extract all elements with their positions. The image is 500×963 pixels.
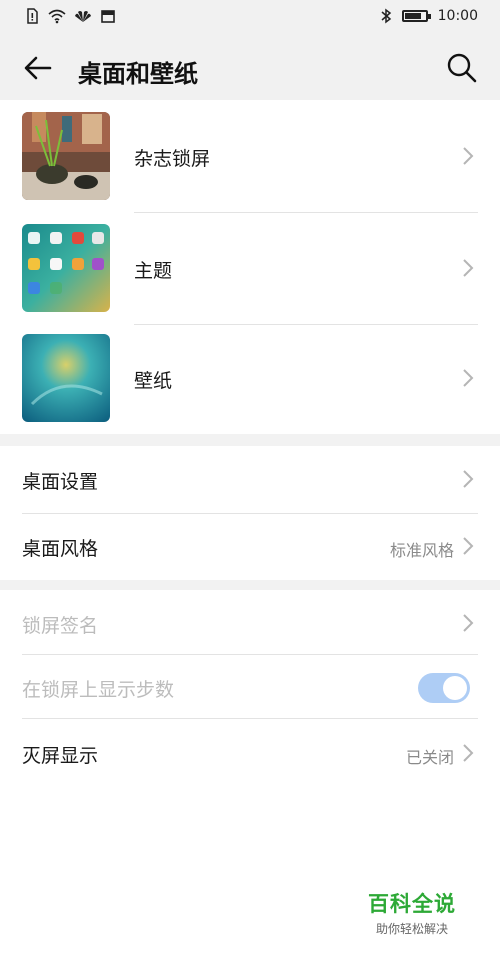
desktop-settings-label: 桌面设置 [22,471,99,493]
watermark-logo: 百科全说 助你轻松解决 [348,880,476,942]
huawei-logo-icon [75,11,91,22]
show-steps-label: 在锁屏上显示步数 [22,679,175,701]
battery-fill [404,13,421,19]
chevron-right-icon [463,369,474,387]
list-item-desktop-settings[interactable]: 桌面设置 [0,446,500,512]
chevron-right-icon [463,147,474,165]
chevron-right-icon [463,470,474,488]
desktop-settings-card: 桌面设置 桌面风格 标准风格 [0,446,500,580]
chevron-right-icon [463,744,474,762]
wallpaper-thumbnail [22,334,110,422]
show-steps-toggle[interactable] [418,673,470,703]
list-item-themes[interactable]: 主题 [0,212,500,324]
bluetooth-icon [381,8,391,24]
wifi-icon [48,9,66,24]
watermark-subtitle: 助你轻松解决 [375,922,448,936]
list-item-screen-off-display[interactable]: 灭屏显示 已关闭 [0,720,500,786]
divider [22,718,478,719]
lock-signature-label: 锁屏签名 [22,615,99,637]
themes-label: 主题 [134,260,173,282]
list-item-magazine-lock[interactable]: 杂志锁屏 [0,100,500,212]
status-right-icons: 10:00 [380,8,478,24]
desktop-style-label: 桌面风格 [22,538,99,560]
sim-alert-icon [27,8,38,24]
calendar-icon [101,10,115,23]
list-item-desktop-style[interactable]: 桌面风格 标准风格 [0,513,500,579]
chevron-right-icon [463,259,474,277]
chevron-right-icon [463,614,474,632]
list-item-show-steps: 在锁屏上显示步数 [0,654,500,720]
screen-off-display-value: 已关闭 [405,748,454,767]
watermark-title: 百科全说 [368,892,456,916]
screen-off-display-label: 灭屏显示 [22,745,99,767]
app-bar: 桌面和壁纸 [0,36,500,100]
page-title: 桌面和壁纸 [78,60,198,88]
search-icon[interactable] [444,50,480,86]
chevron-right-icon [463,537,474,555]
status-left-icons [24,8,116,24]
toggle-knob [443,676,467,700]
magazine-lock-thumbnail [22,112,110,200]
list-item-wallpaper[interactable]: 壁纸 [0,322,500,434]
wallpaper-label: 壁纸 [134,370,173,392]
back-arrow-icon[interactable] [20,50,56,86]
status-bar: 10:00 [0,0,500,36]
battery-icon [401,10,431,22]
wallpaper-options-card: 杂志锁屏 主题 壁纸 [0,100,500,434]
list-item-lock-signature[interactable]: 锁屏签名 [0,590,500,656]
themes-thumbnail [22,224,110,312]
status-time: 10:00 [437,8,478,24]
magazine-lock-label: 杂志锁屏 [134,148,211,170]
desktop-style-value: 标准风格 [389,541,454,560]
